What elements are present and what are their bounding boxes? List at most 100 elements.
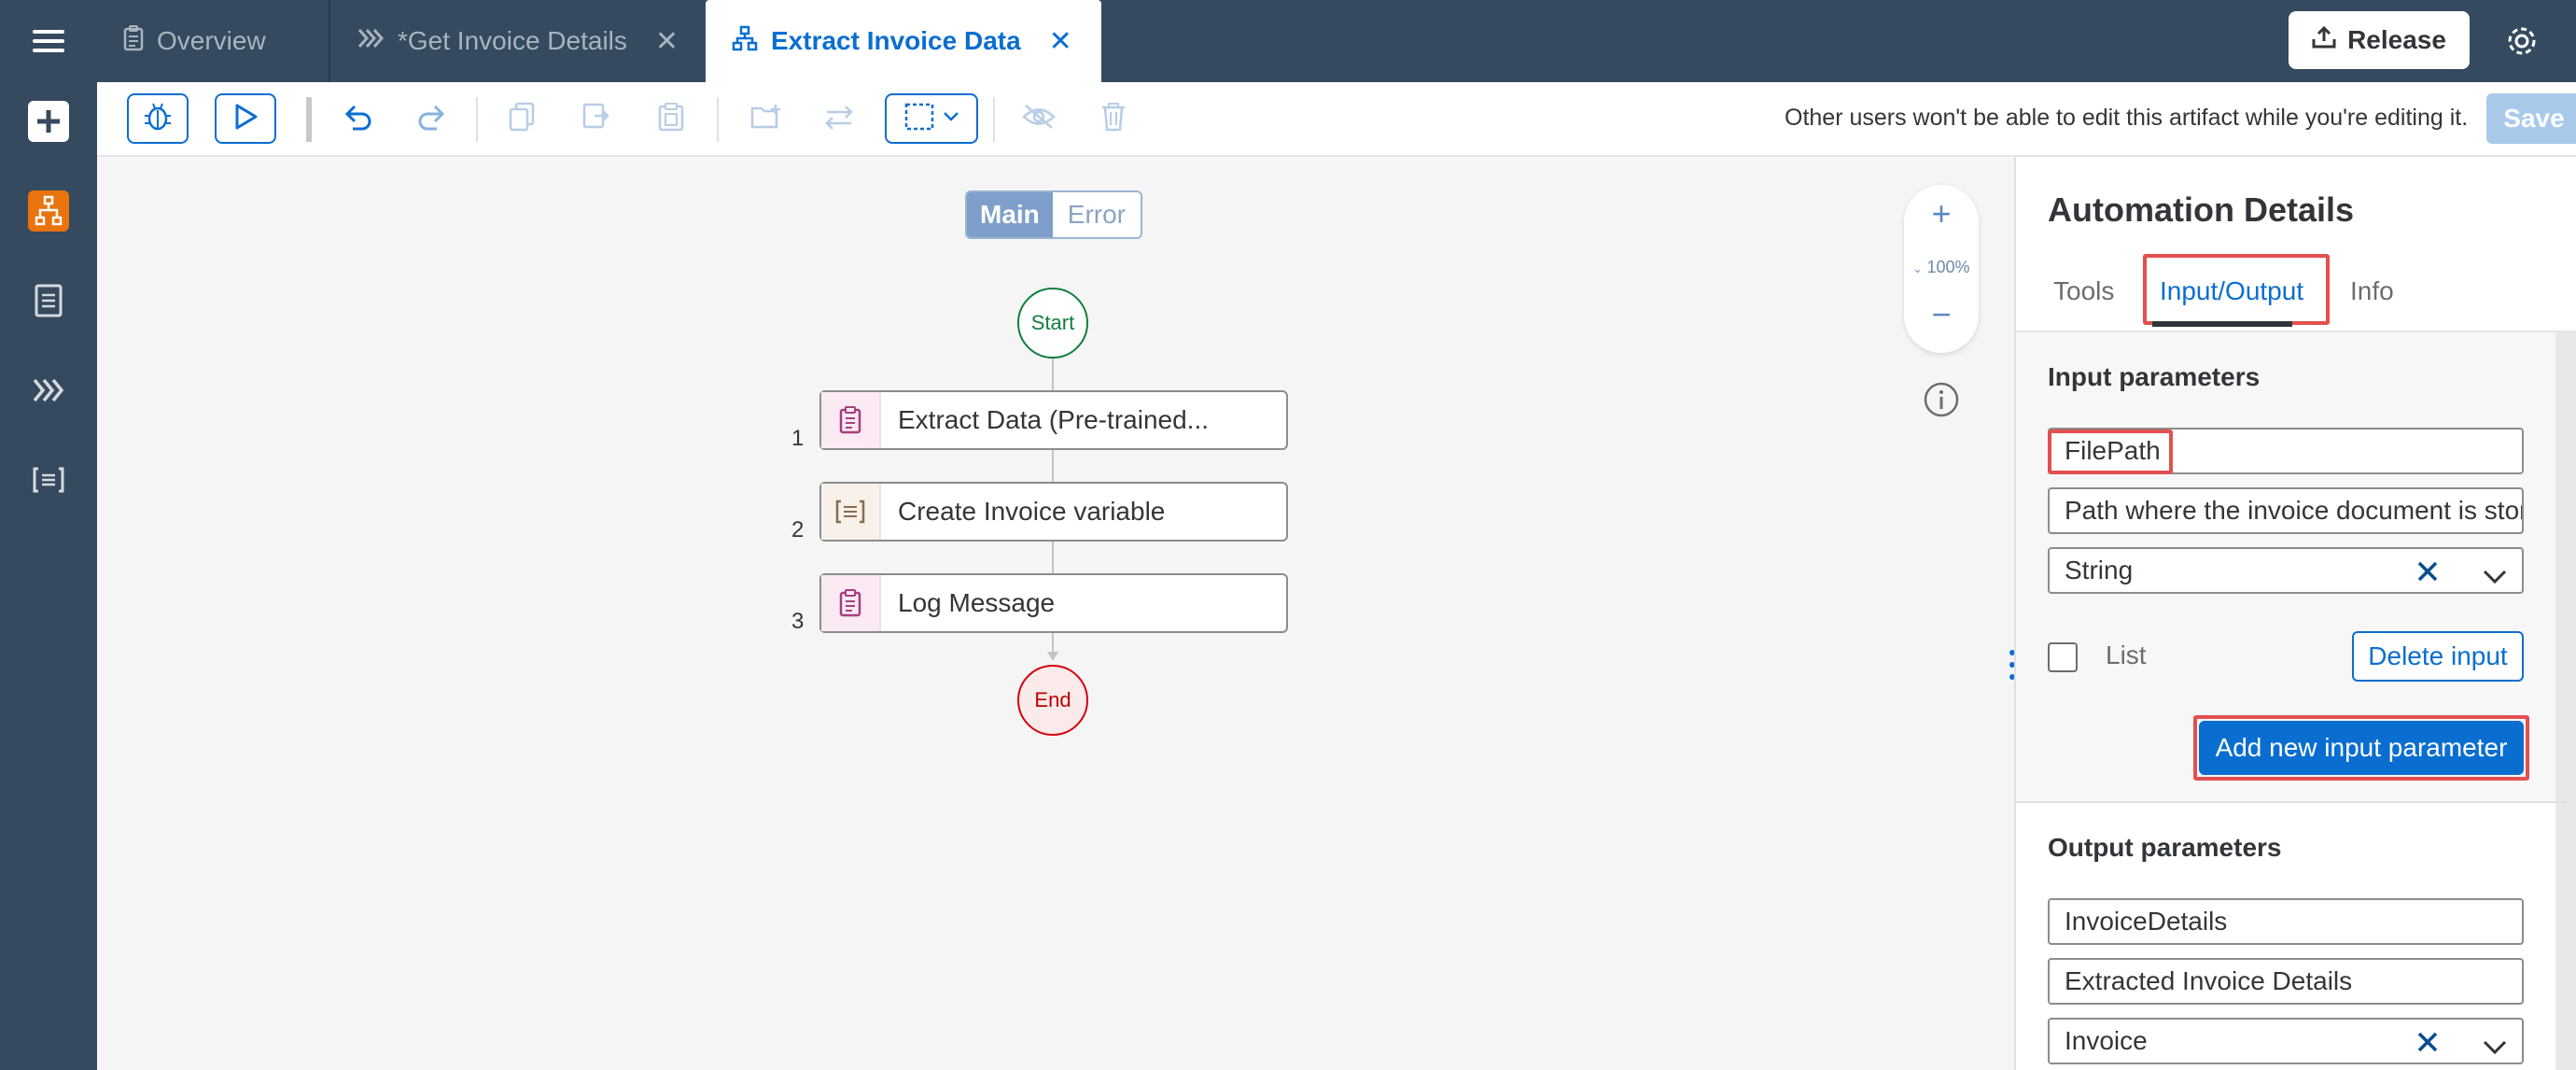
- input-type-value: String: [2065, 556, 2134, 584]
- automation-canvas[interactable]: Main Error Start 1 Extract Data (Pre-tra…: [97, 157, 2014, 1070]
- automation-hierarchy-icon[interactable]: [26, 189, 71, 233]
- automation-details-panel: Automation Details Tools Input/Output In…: [2014, 157, 2576, 1070]
- active-tab-indicator: [2152, 321, 2292, 327]
- undo-icon: [342, 103, 373, 135]
- left-navigation: [0, 82, 97, 1070]
- zoom-out-button[interactable]: −: [1904, 295, 1979, 334]
- duplicate-icon: [581, 102, 611, 136]
- upload-icon: [2312, 25, 2336, 56]
- toolbar-divider: [993, 97, 995, 142]
- close-icon[interactable]: ✕: [655, 25, 679, 58]
- arrowhead-icon: [1047, 652, 1058, 661]
- step-number: 3: [791, 609, 805, 634]
- zoom-in-button[interactable]: +: [1904, 194, 1979, 233]
- tab-overview[interactable]: Overview: [97, 0, 330, 82]
- chevron-down-icon[interactable]: [2483, 562, 2507, 592]
- swap-button[interactable]: [814, 93, 864, 144]
- close-icon[interactable]: ✕: [1049, 25, 1072, 58]
- step-label: Create Invoice variable: [898, 497, 1166, 526]
- process-chevrons-icon[interactable]: [26, 368, 71, 413]
- input-parameters-title: Input parameters: [2048, 362, 2261, 391]
- form-icon[interactable]: [26, 278, 71, 323]
- step-create-invoice-variable[interactable]: Create Invoice variable: [819, 482, 1288, 542]
- toolbar: Other users won't be able to edit this a…: [97, 82, 2576, 157]
- paste-button[interactable]: [648, 93, 694, 144]
- input-description-value: Path where the invoice document is store…: [2065, 496, 2524, 525]
- automation-hierarchy-icon: [732, 25, 758, 58]
- clipboard-icon: [821, 575, 881, 631]
- output-parameters-title: Output parameters: [2048, 833, 2282, 862]
- gear-icon[interactable]: [2501, 21, 2542, 62]
- step-extract-data[interactable]: Extract Data (Pre-trained...: [819, 390, 1288, 450]
- tab-info[interactable]: Info: [2350, 276, 2394, 306]
- tab-tools[interactable]: Tools: [2053, 276, 2114, 306]
- start-node[interactable]: Start: [1017, 288, 1088, 359]
- paste-icon: [658, 102, 684, 136]
- tab-label: Extract Invoice Data: [771, 26, 1021, 55]
- step-log-message[interactable]: Log Message: [819, 573, 1288, 633]
- add-icon[interactable]: [26, 99, 71, 144]
- redo-icon: [416, 103, 448, 135]
- copy-icon: [508, 102, 536, 136]
- debug-button[interactable]: [127, 93, 189, 144]
- highlight-box: [2143, 254, 2330, 325]
- eye-hidden-icon: [1022, 103, 1056, 135]
- folder-add-icon: [750, 103, 782, 135]
- hide-button[interactable]: [1014, 93, 1064, 144]
- zoom-control: + ⌄ 100% −: [1904, 185, 1979, 353]
- release-button[interactable]: Release: [2289, 11, 2470, 69]
- duplicate-button[interactable]: [573, 93, 620, 144]
- copy-button[interactable]: [498, 93, 545, 144]
- play-icon: [233, 104, 258, 134]
- chevron-down-icon[interactable]: [2483, 1033, 2507, 1063]
- connector-line: [1052, 542, 1054, 573]
- segment-error[interactable]: Error: [1052, 192, 1141, 237]
- lock-message: Other users won't be able to edit this a…: [1785, 105, 2469, 131]
- shell-bar: Overview *Get Invoice Details ✕ Extract …: [0, 0, 2576, 82]
- run-button[interactable]: [215, 93, 276, 144]
- highlight-box: [2048, 429, 2173, 474]
- connector-line: [1052, 359, 1054, 390]
- add-group-button[interactable]: [741, 93, 791, 144]
- menu-icon[interactable]: [0, 0, 97, 82]
- selection-mode-dropdown[interactable]: [885, 93, 978, 144]
- input-type-select[interactable]: String: [2048, 547, 2524, 594]
- selection-box-icon: [903, 102, 935, 136]
- output-description-field[interactable]: Extracted Invoice Details: [2048, 958, 2524, 1005]
- tab-extract-invoice-data[interactable]: Extract Invoice Data ✕: [706, 0, 1101, 82]
- end-node[interactable]: End: [1017, 665, 1088, 736]
- output-type-select[interactable]: Invoice: [2048, 1018, 2524, 1064]
- delete-button[interactable]: [1090, 93, 1137, 144]
- list-icon[interactable]: [26, 458, 71, 502]
- toolbar-divider: [476, 97, 478, 142]
- save-button[interactable]: Save: [2486, 93, 2576, 144]
- output-description-value: Extracted Invoice Details: [2065, 966, 2353, 995]
- bug-icon: [144, 102, 172, 136]
- chevron-down-icon: [943, 110, 959, 127]
- step-number: 2: [791, 517, 805, 542]
- trash-icon: [1100, 102, 1127, 136]
- scrollbar[interactable]: [2555, 332, 2576, 1070]
- save-label: Save: [2486, 93, 2576, 144]
- tab-get-invoice-details[interactable]: *Get Invoice Details ✕: [330, 0, 706, 82]
- delete-input-button[interactable]: Delete input: [2352, 631, 2524, 682]
- info-icon[interactable]: [1923, 381, 1960, 423]
- output-name-value: InvoiceDetails: [2065, 907, 2228, 936]
- toolbar-divider: [717, 97, 719, 142]
- list-label: List: [2106, 641, 2147, 669]
- undo-button[interactable]: [332, 93, 383, 144]
- clear-icon[interactable]: [2415, 559, 2440, 590]
- redo-button[interactable]: [407, 93, 457, 144]
- segment-main[interactable]: Main: [967, 192, 1053, 237]
- input-description-field[interactable]: Path where the invoice document is store…: [2048, 487, 2524, 534]
- highlight-box: [2193, 715, 2529, 781]
- tab-label: *Get Invoice Details: [398, 26, 627, 55]
- release-label: Release: [2347, 25, 2446, 54]
- list-checkbox[interactable]: [2048, 642, 2078, 672]
- clear-icon[interactable]: [2415, 1030, 2440, 1061]
- clipboard-icon: [821, 392, 881, 448]
- zoom-level[interactable]: ⌄ 100%: [1904, 258, 1979, 277]
- output-name-field[interactable]: InvoiceDetails: [2048, 898, 2524, 945]
- document-icon: [123, 24, 144, 58]
- connector-line: [1052, 450, 1054, 482]
